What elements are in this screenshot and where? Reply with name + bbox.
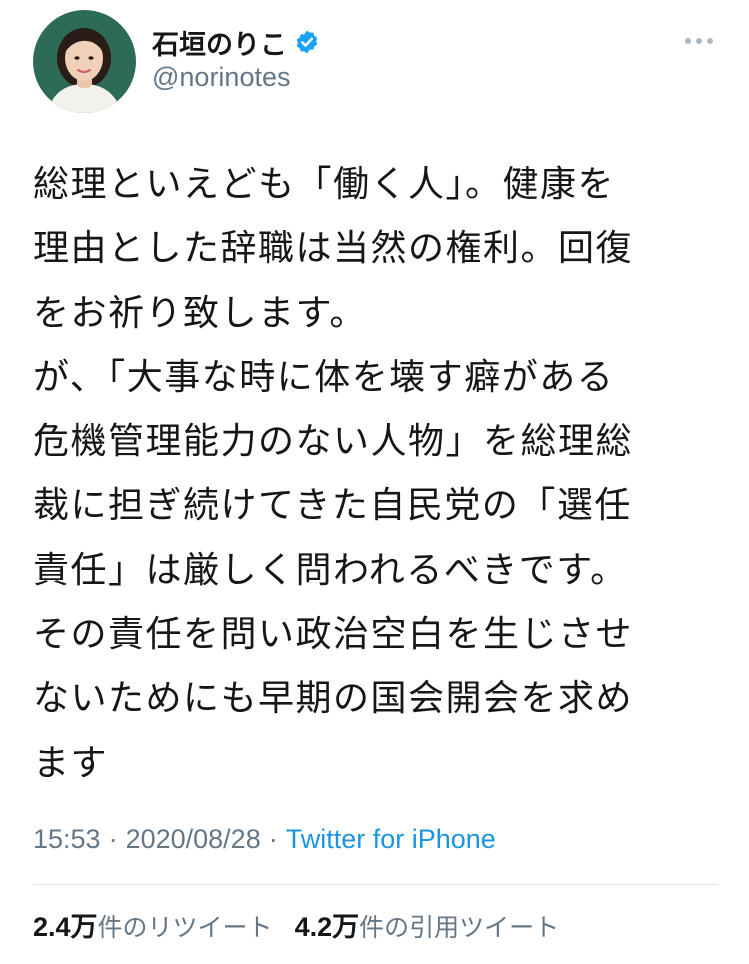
user-name-row: 石垣のりこ bbox=[152, 23, 320, 62]
tweet-time[interactable]: 15:53 bbox=[33, 824, 101, 855]
quotes-stat[interactable]: 4.2万 件の引用ツイート bbox=[295, 905, 560, 944]
tweet-stats: 2.4万 件のリツイート 4.2万 件の引用ツイート bbox=[33, 905, 581, 944]
divider bbox=[33, 884, 718, 885]
meta-separator: · bbox=[268, 824, 278, 854]
tweet-metadata: 15:53 · 2020/08/28 · Twitter for iPhone bbox=[33, 824, 496, 855]
retweets-count: 2.4万 bbox=[33, 912, 98, 942]
meta-separator: · bbox=[108, 824, 118, 854]
tweet-text: 総理といえども「働く人」。健康を 理由とした辞職は当然の権利。回復 をお祈り致し… bbox=[33, 164, 634, 784]
user-handle[interactable]: @norinotes bbox=[152, 62, 290, 93]
avatar-image bbox=[33, 10, 136, 113]
quotes-label: 件の引用ツイート bbox=[359, 913, 560, 942]
tweet-source-link[interactable]: Twitter for iPhone bbox=[286, 824, 496, 855]
display-name[interactable]: 石垣のりこ bbox=[152, 23, 287, 62]
retweets-stat[interactable]: 2.4万 件のリツイート bbox=[33, 905, 273, 944]
avatar[interactable] bbox=[33, 10, 136, 113]
more-options-icon[interactable] bbox=[682, 28, 716, 54]
quotes-count: 4.2万 bbox=[294, 912, 360, 942]
tweet-container: 石垣のりこ @norinotes 総理といえども「働く人」。健康を 理由とした辞… bbox=[0, 0, 749, 964]
tweet-date[interactable]: 2020/08/28 bbox=[126, 824, 261, 855]
verified-badge-icon bbox=[294, 29, 320, 55]
retweets-label: 件のリツイート bbox=[97, 913, 273, 942]
